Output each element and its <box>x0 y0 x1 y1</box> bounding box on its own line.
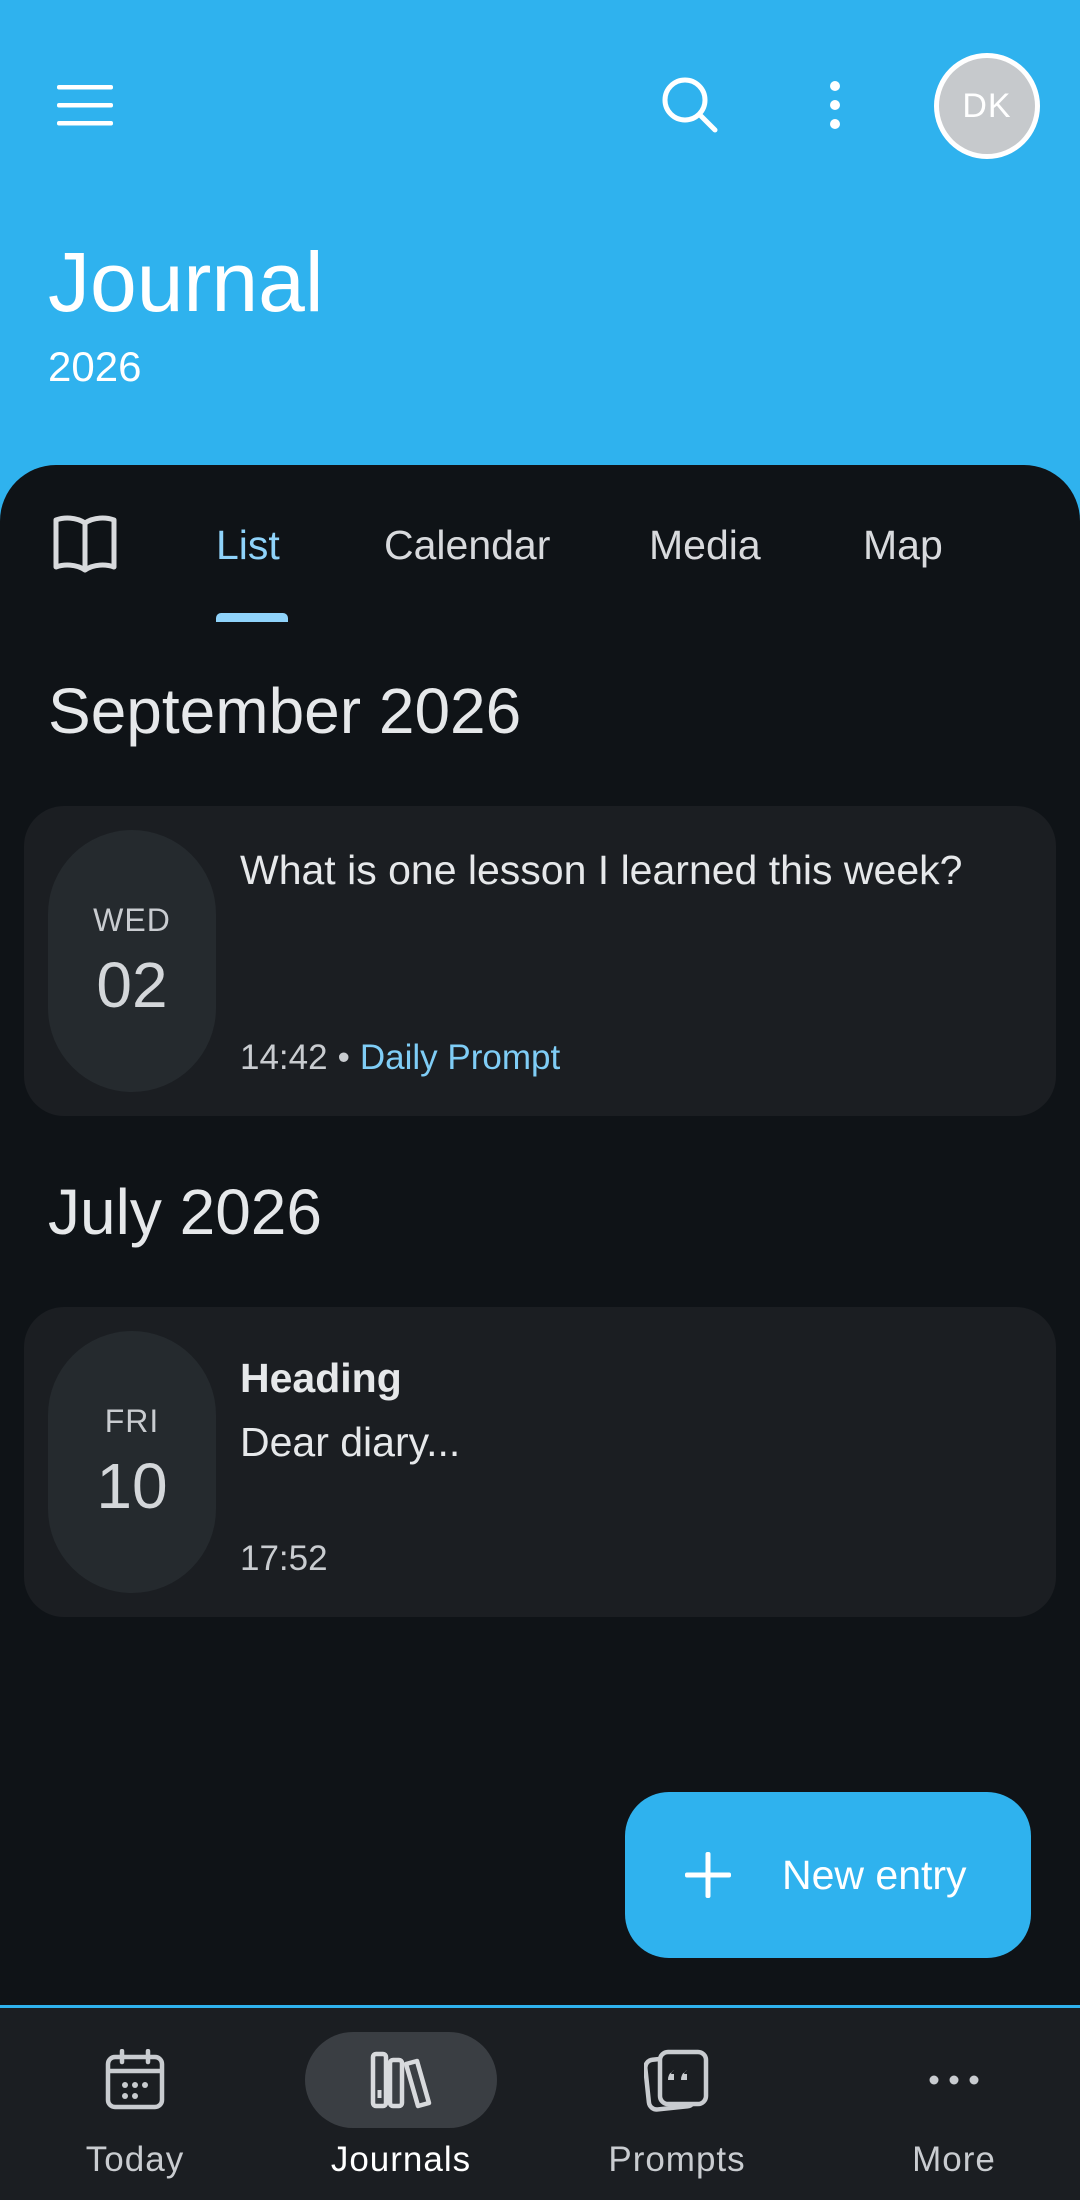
entry-date-badge: WED 02 <box>48 830 216 1092</box>
nav-label: More <box>912 2140 996 2179</box>
entry-date-badge: FRI 10 <box>48 1331 216 1593</box>
entry-card[interactable]: WED 02 What is one lesson I learned this… <box>24 806 1056 1116</box>
nav-label: Prompts <box>608 2140 746 2179</box>
entry-time: 17:52 <box>240 1539 328 1578</box>
new-entry-label: New entry <box>782 1852 967 1898</box>
entry-day-number: 02 <box>96 949 168 1021</box>
avatar[interactable]: DK <box>939 58 1035 154</box>
nav-label: Journals <box>330 2140 472 2179</box>
entry-day-of-week: WED <box>93 902 171 938</box>
entry-text: What is one lesson I learned this week? <box>240 847 963 893</box>
month-header: September 2026 <box>48 675 522 747</box>
calendar-icon <box>39 2032 231 2128</box>
tab-list[interactable]: List <box>216 520 280 570</box>
new-entry-button[interactable]: New entry <box>625 1792 1031 1958</box>
hamburger-menu-icon[interactable] <box>40 60 130 150</box>
content-sheet: List Calendar Media Map September 2026 W… <box>0 465 1080 2005</box>
tab-media[interactable]: Media <box>649 520 761 570</box>
entry-text: Dear diary... <box>240 1419 461 1465</box>
tab-calendar[interactable]: Calendar <box>384 520 550 570</box>
nav-item-more[interactable]: More <box>819 2008 1080 2200</box>
top-app-bar: DK <box>0 0 1080 210</box>
more-horizontal-icon <box>858 2032 1050 2128</box>
entry-card[interactable]: FRI 10 Heading Dear diary... 17:52 <box>24 1307 1056 1617</box>
prompts-quote-icon <box>581 2032 773 2128</box>
month-header: July 2026 <box>48 1176 322 1248</box>
bottom-navigation: Today Journals Prompts More <box>0 2008 1080 2200</box>
page-subtitle-year: 2026 <box>48 343 142 390</box>
entry-tag: Daily Prompt <box>359 1038 561 1077</box>
nav-item-prompts[interactable]: Prompts <box>542 2008 812 2200</box>
journals-icon <box>305 2032 497 2128</box>
entry-day-number: 10 <box>96 1450 168 1522</box>
tab-map[interactable]: Map <box>863 520 943 570</box>
nav-item-journals[interactable]: Journals <box>266 2008 536 2200</box>
book-icon[interactable] <box>50 509 120 579</box>
entry-meta: 14:42 • Daily Prompt <box>240 1038 560 1078</box>
entry-meta: 17:52 <box>240 1539 328 1579</box>
entry-day-of-week: FRI <box>104 1403 160 1439</box>
search-icon[interactable] <box>645 60 735 150</box>
active-tab-indicator <box>216 613 288 622</box>
nav-item-today[interactable]: Today <box>0 2008 270 2200</box>
more-vertical-icon[interactable] <box>790 60 880 150</box>
journal-app: DK Journal 2026 List Calendar Media Map … <box>0 0 1080 2200</box>
entry-heading: Heading <box>240 1355 402 1401</box>
nav-label: Today <box>85 2140 185 2179</box>
entry-time: 14:42 <box>240 1038 328 1077</box>
plus-icon <box>685 1852 731 1898</box>
page-title: Journal <box>48 235 324 329</box>
meta-separator: • <box>337 1038 350 1077</box>
view-tabs: List Calendar Media Map <box>0 465 1080 625</box>
